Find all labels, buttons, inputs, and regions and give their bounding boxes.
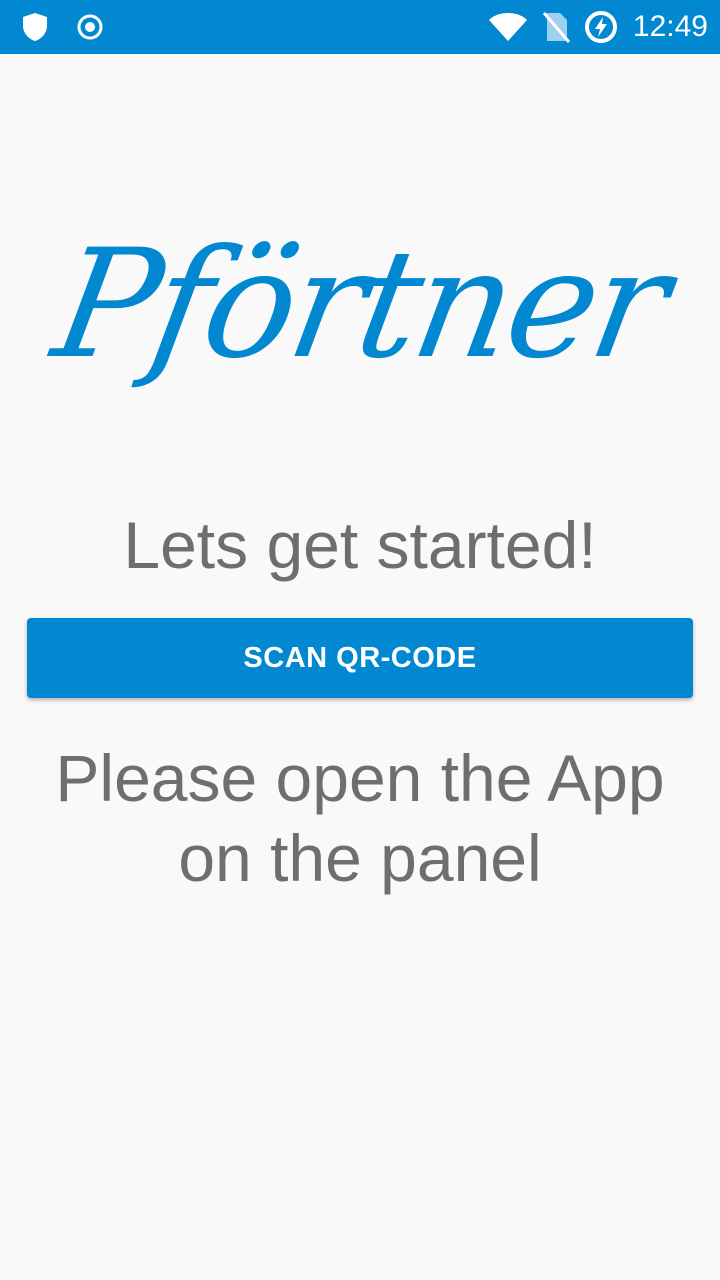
status-bar: 12:49 (0, 0, 720, 54)
no-sim-icon (540, 0, 572, 54)
app-logo: Pförtner (42, 218, 678, 392)
instruction-line-2: on the panel (178, 821, 542, 895)
battery-charging-icon (582, 0, 620, 54)
welcome-heading: Lets get started! (123, 508, 597, 582)
instruction-text: Please open the App on the panel (0, 738, 720, 898)
wifi-icon (486, 0, 530, 54)
shield-icon (18, 0, 52, 54)
scan-qr-code-button[interactable]: SCAN QR-CODE (27, 618, 693, 698)
instruction-line-1: Please open the App (55, 741, 665, 815)
status-time: 12:49 (632, 10, 708, 43)
record-icon (74, 0, 106, 54)
